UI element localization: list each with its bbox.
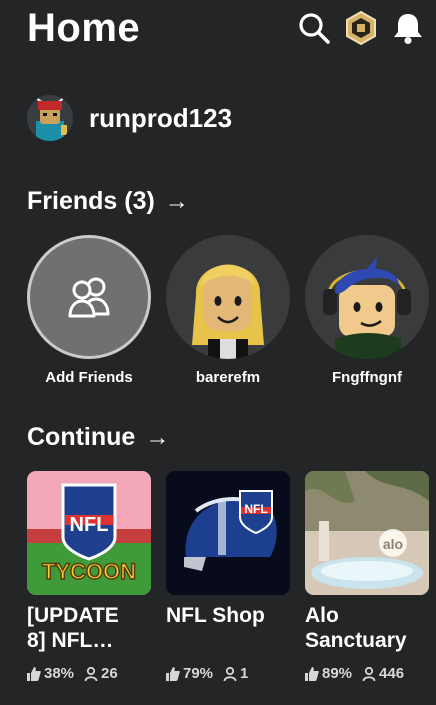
friend-avatar-icon	[305, 235, 429, 359]
thumbs-up-icon	[27, 666, 41, 681]
game-stats: 38% 26	[27, 665, 151, 682]
avatar[interactable]	[27, 95, 73, 141]
nfl-shop-thumbnail: NFL	[166, 471, 290, 595]
arrow-right-icon: →	[164, 187, 189, 215]
rating-value: 89%	[322, 665, 353, 682]
friend-avatar-icon	[166, 235, 290, 359]
game-thumbnail[interactable]: NFL TYCOON	[27, 471, 151, 595]
avatar-icon	[27, 95, 73, 141]
thumbs-up-icon	[166, 666, 180, 681]
add-friends-label: Add Friends	[45, 369, 133, 386]
rating-value: 38%	[44, 665, 75, 682]
thumb-text: TYCOON	[42, 559, 136, 584]
username[interactable]: runprod123	[89, 103, 232, 134]
friends-heading: Friends (3)	[27, 187, 155, 215]
game-title-line: 8] NFL…	[27, 629, 114, 652]
player-count: 446	[379, 665, 405, 682]
robux-icon[interactable]	[343, 10, 379, 46]
game-card[interactable]: NFL TYCOON [UPDATE 8] NFL… 38% 26	[27, 471, 151, 682]
player-count: 26	[101, 665, 118, 682]
notification-bell-icon[interactable]	[390, 10, 426, 46]
continue-heading: Continue	[27, 423, 136, 451]
player-icon	[84, 666, 98, 681]
add-friends-button[interactable]: Add Friends	[27, 235, 151, 386]
search-icon[interactable]	[296, 10, 332, 46]
player-icon	[223, 666, 237, 681]
game-title: NFL Shop	[166, 603, 290, 653]
friend-item-fngffngnf[interactable]: Fngffngnf	[305, 235, 429, 386]
alo-sanctuary-thumbnail: alo	[305, 471, 429, 595]
game-title-line: NFL Shop	[166, 604, 265, 627]
game-title: Alo Sanctuary	[305, 603, 429, 653]
game-stats: 79% 1	[166, 665, 290, 682]
arrow-right-icon: →	[145, 423, 170, 451]
game-title-line: Sanctuary	[305, 629, 407, 652]
thumb-text: alo	[383, 536, 403, 552]
continue-header[interactable]: Continue →	[27, 423, 169, 452]
game-card[interactable]: NFL NFL Shop 79% 1	[166, 471, 290, 682]
game-card[interactable]: alo Alo Sanctuary 89% 446	[305, 471, 429, 682]
friend-item-barerefm[interactable]: barerefm	[166, 235, 290, 386]
thumbs-up-icon	[305, 666, 319, 681]
game-thumbnail[interactable]: NFL	[166, 471, 290, 595]
game-stats: 89% 446	[305, 665, 429, 682]
nfl-tycoon-thumbnail: NFL TYCOON	[27, 471, 151, 595]
user-profile-row[interactable]: runprod123	[27, 95, 232, 141]
player-icon	[362, 666, 376, 681]
page-title: Home	[27, 6, 141, 50]
friends-header[interactable]: Friends (3) →	[27, 187, 189, 216]
friend-name: barerefm	[195, 369, 261, 386]
game-thumbnail[interactable]: alo	[305, 471, 429, 595]
rating-value: 79%	[183, 665, 214, 682]
game-title-line: [UPDATE	[27, 604, 119, 627]
game-title: [UPDATE 8] NFL…	[27, 603, 151, 653]
game-title-line: Alo	[305, 604, 339, 627]
friend-name: Fngffngnf	[332, 369, 402, 386]
thumb-text: NFL	[70, 514, 109, 536]
add-friends-icon	[68, 277, 110, 318]
player-count: 1	[240, 665, 249, 682]
thumb-text: NFL	[244, 502, 267, 516]
